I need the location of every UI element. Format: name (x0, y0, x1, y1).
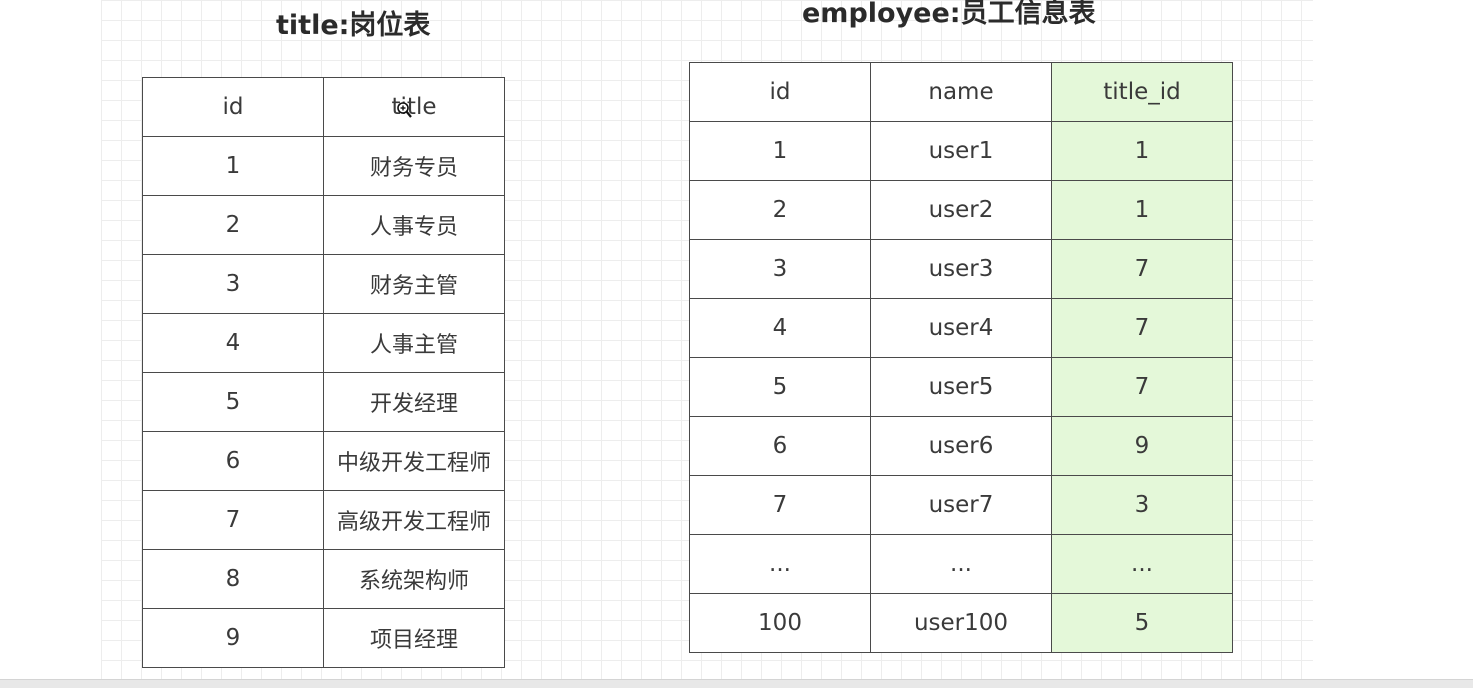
cell-name: user6 (870, 416, 1052, 476)
cell-title: 开发经理 (323, 372, 505, 432)
table-row: 4 人事主管 (142, 313, 505, 373)
table-row: 1 财务专员 (142, 136, 505, 196)
cell-id: 3 (142, 254, 324, 314)
cell-name: user100 (870, 593, 1052, 653)
cell-id: 5 (689, 357, 871, 417)
cell-title: 项目经理 (323, 608, 505, 668)
cell-id: 1 (689, 121, 871, 181)
table-row: 8 系统架构师 (142, 549, 505, 609)
cell-name: user3 (870, 239, 1052, 299)
cell-id: 5 (142, 372, 324, 432)
cell-title-id: 3 (1051, 475, 1233, 535)
cell-title-id: 7 (1051, 357, 1233, 417)
column-header-title-id: title_id (1051, 62, 1233, 122)
column-header-title: title (323, 77, 505, 137)
table-row: 7 user7 3 (689, 475, 1233, 535)
cell-name: user5 (870, 357, 1052, 417)
cell-id: 6 (689, 416, 871, 476)
table-row: 1 user1 1 (689, 121, 1233, 181)
table-row: 2 人事专员 (142, 195, 505, 255)
table-row: 7 高级开发工程师 (142, 490, 505, 550)
cell-id: 100 (689, 593, 871, 653)
table-row: 9 项目经理 (142, 608, 505, 668)
table-row: 5 user5 7 (689, 357, 1233, 417)
cell-title: 财务专员 (323, 136, 505, 196)
cell-title: 系统架构师 (323, 549, 505, 609)
column-header-name: name (870, 62, 1052, 122)
cell-name: user2 (870, 180, 1052, 240)
cell-name: user7 (870, 475, 1052, 535)
table-row: 3 财务主管 (142, 254, 505, 314)
table-row: ... ... ... (689, 534, 1233, 594)
cell-id: 3 (689, 239, 871, 299)
cell-title-id: 9 (1051, 416, 1233, 476)
cell-id: 1 (142, 136, 324, 196)
table-row: 4 user4 7 (689, 298, 1233, 358)
cell-id: 8 (142, 549, 324, 609)
cell-title-id: 1 (1051, 121, 1233, 181)
cell-id: 9 (142, 608, 324, 668)
cell-id: 7 (142, 490, 324, 550)
column-header-id: id (689, 62, 871, 122)
employee-table-heading: employee:员工信息表 (802, 0, 1096, 29)
table-row: 5 开发经理 (142, 372, 505, 432)
table-row: 3 user3 7 (689, 239, 1233, 299)
employee-table: id name title_id 1 user1 1 2 user2 1 3 u… (689, 62, 1233, 653)
table-header-row: id name title_id (689, 62, 1233, 122)
cell-title: 高级开发工程师 (323, 490, 505, 550)
cell-name: ... (870, 534, 1052, 594)
cell-title-id: 5 (1051, 593, 1233, 653)
cell-name: user4 (870, 298, 1052, 358)
cell-id: 7 (689, 475, 871, 535)
cell-title-id: 7 (1051, 239, 1233, 299)
column-header-id: id (142, 77, 324, 137)
cell-title-id: 1 (1051, 180, 1233, 240)
table-row: 100 user100 5 (689, 593, 1233, 653)
cell-id: 6 (142, 431, 324, 491)
cell-title-id: 7 (1051, 298, 1233, 358)
table-row: 6 中级开发工程师 (142, 431, 505, 491)
cell-id: 4 (689, 298, 871, 358)
cell-id: 4 (142, 313, 324, 373)
cell-id: 2 (689, 180, 871, 240)
cell-title: 人事主管 (323, 313, 505, 373)
cell-id: ... (689, 534, 871, 594)
table-row: 2 user2 1 (689, 180, 1233, 240)
table-row: 6 user6 9 (689, 416, 1233, 476)
cell-title: 中级开发工程师 (323, 431, 505, 491)
table-header-row: id title (142, 77, 505, 137)
cell-title-id: ... (1051, 534, 1233, 594)
cell-title: 财务主管 (323, 254, 505, 314)
title-table: id title 1 财务专员 2 人事专员 3 财务主管 4 人事主管 5 开… (142, 77, 505, 668)
title-table-heading: title:岗位表 (276, 10, 431, 41)
cell-id: 2 (142, 195, 324, 255)
cell-name: user1 (870, 121, 1052, 181)
cell-title: 人事专员 (323, 195, 505, 255)
zoom-in-cursor-icon (396, 101, 412, 119)
